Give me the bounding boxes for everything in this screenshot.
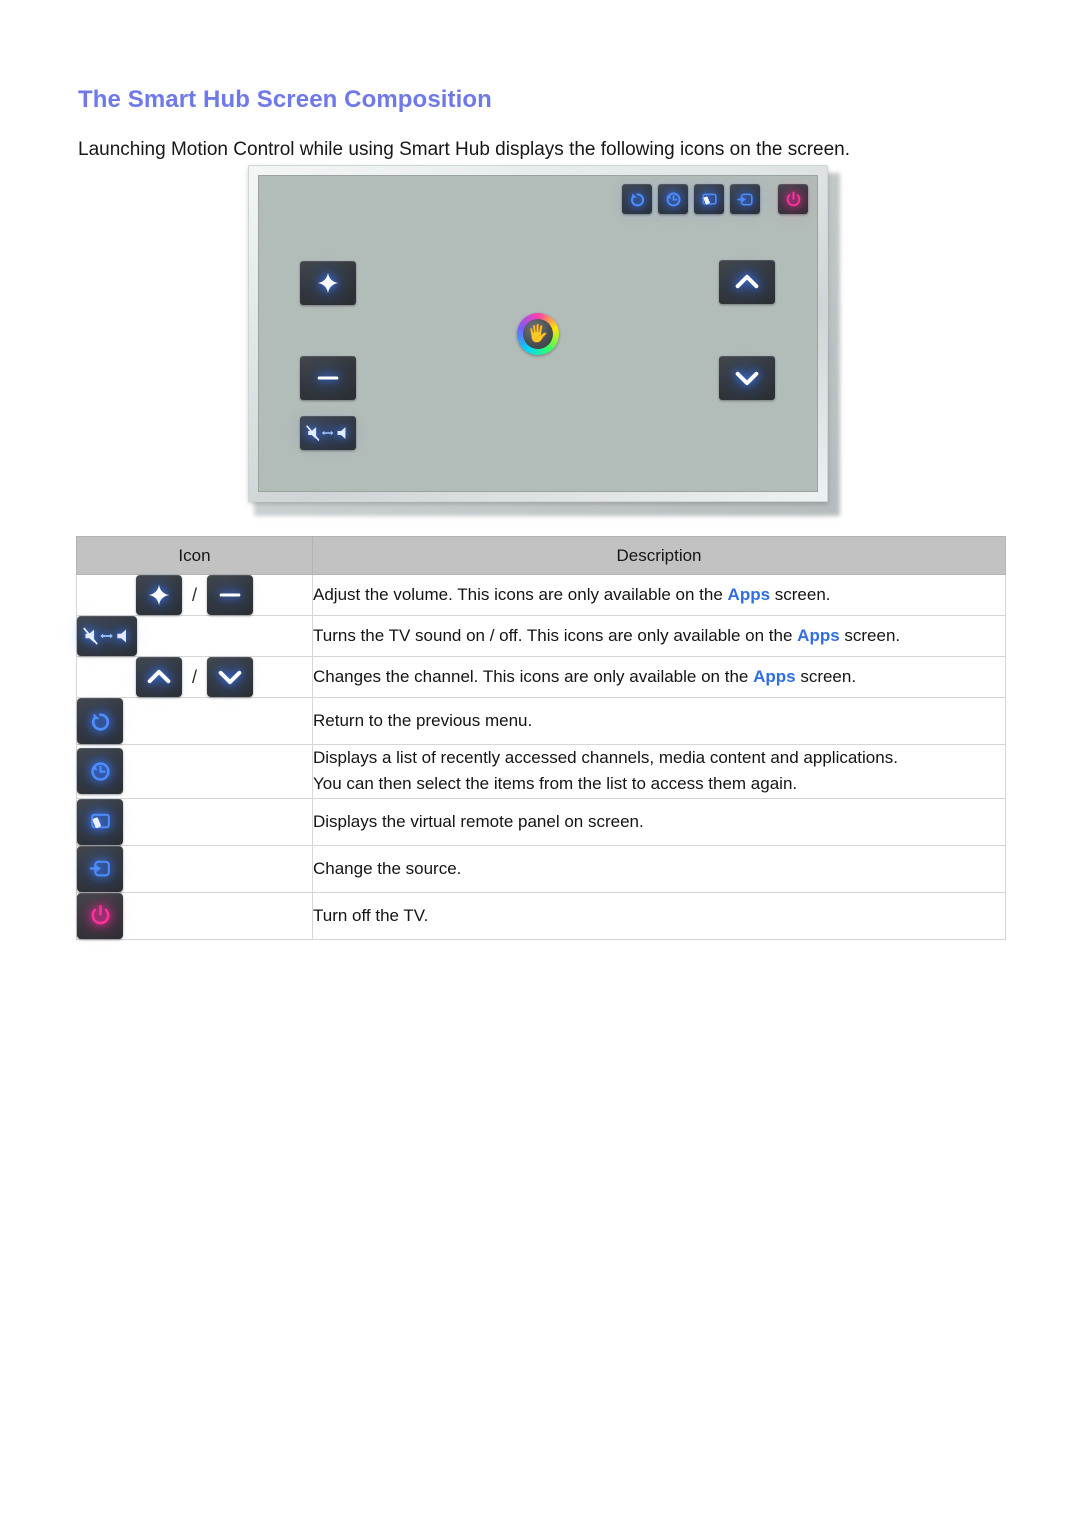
channel-down-icon[interactable] — [207, 657, 253, 697]
table-row: / Adjust the volume. This icons are only… — [76, 574, 1006, 616]
source-icon[interactable] — [77, 845, 123, 892]
hand-cursor-glyph: 🖐 — [523, 318, 553, 349]
description-text-tail: screen. — [839, 625, 901, 645]
mute-toggle-icon[interactable] — [77, 616, 137, 656]
return-icon[interactable] — [77, 698, 123, 744]
icon-pair: / — [135, 657, 253, 697]
row-icon-cell — [76, 797, 313, 846]
description-text: Changes the channel. This icons are only… — [313, 666, 754, 686]
mute-toggle-icon[interactable] — [300, 416, 356, 450]
tv-bezel: 🖐 — [248, 165, 828, 502]
icon-description-table: Icon Description / Adjust the volume. Th… — [76, 536, 1006, 940]
apps-keyword: Apps — [797, 625, 840, 645]
apps-keyword: Apps — [753, 666, 796, 686]
history-icon[interactable] — [77, 748, 123, 795]
volume-down-icon[interactable] — [300, 356, 356, 400]
icon-separator-slash: / — [191, 584, 197, 605]
volume-down-icon[interactable] — [207, 575, 253, 615]
description-text-line2: You can then select the items from the l… — [313, 774, 798, 794]
description-text: Change the source. — [313, 858, 462, 878]
channel-up-icon[interactable] — [135, 657, 182, 697]
row-description-cell: Displays a list of recently accessed cha… — [312, 744, 1006, 799]
column-header-icon: Icon — [76, 536, 313, 575]
description-text: Displays the virtual remote panel on scr… — [313, 811, 644, 831]
table-row: Return to the previous menu. — [76, 697, 1006, 745]
table-row: / Changes the channel. This icons are on… — [76, 656, 1006, 698]
table-row: Displays the virtual remote panel on scr… — [76, 797, 1006, 846]
row-description-cell: Return to the previous menu. — [312, 697, 1006, 745]
row-description-cell: Changes the channel. This icons are only… — [312, 656, 1006, 698]
icon-separator-slash: / — [191, 666, 197, 687]
row-description-cell: Change the source. — [312, 844, 1006, 893]
table-header-row: Icon Description — [76, 536, 1006, 575]
return-icon[interactable] — [622, 184, 652, 214]
row-icon-cell: / — [76, 574, 313, 616]
apps-keyword: Apps — [727, 584, 771, 604]
description-text: Turns the TV sound on / off. This icons … — [313, 625, 798, 645]
page-title: The Smart Hub Screen Composition — [78, 86, 492, 114]
tv-screen: 🖐 — [258, 175, 818, 492]
table-row: Change the source. — [76, 844, 1006, 893]
power-icon[interactable] — [77, 892, 123, 939]
history-icon[interactable] — [658, 184, 688, 214]
column-header-description: Description — [312, 536, 1006, 575]
channel-down-icon[interactable] — [719, 356, 775, 400]
row-icon-cell — [76, 615, 313, 657]
intro-paragraph: Launching Motion Control while using Sma… — [78, 139, 851, 160]
channel-up-icon[interactable] — [719, 260, 775, 304]
description-text-tail: screen. — [770, 584, 831, 604]
description-text: Turn off the TV. — [313, 905, 429, 925]
row-description-cell: Turn off the TV. — [312, 891, 1006, 940]
row-description-cell: Adjust the volume. This icons are only a… — [312, 574, 1006, 616]
description-text: Adjust the volume. This icons are only a… — [313, 584, 728, 604]
table-row: Turns the TV sound on / off. This icons … — [76, 615, 1006, 657]
virtual-remote-icon[interactable] — [77, 798, 123, 845]
row-icon-cell — [76, 697, 313, 745]
row-icon-cell: / — [76, 656, 313, 698]
row-description-cell: Turns the TV sound on / off. This icons … — [312, 615, 1006, 657]
volume-up-icon[interactable] — [135, 575, 182, 615]
source-icon[interactable] — [730, 184, 760, 214]
description-text: Displays a list of recently accessed cha… — [313, 748, 898, 767]
tv-illustration: 🖐 — [248, 165, 840, 516]
row-icon-cell — [76, 891, 313, 940]
row-description-cell: Displays the virtual remote panel on scr… — [312, 797, 1006, 846]
description-text-tail: screen. — [795, 666, 857, 686]
hand-cursor[interactable]: 🖐 — [517, 312, 559, 355]
volume-up-icon[interactable] — [300, 261, 356, 305]
tv-top-icon-row — [622, 184, 808, 214]
power-icon[interactable] — [778, 184, 808, 214]
row-icon-cell — [76, 844, 313, 893]
row-icon-cell — [76, 744, 313, 799]
table-row: Turn off the TV. — [76, 891, 1006, 940]
icon-pair: / — [135, 575, 253, 615]
virtual-remote-icon[interactable] — [694, 184, 724, 214]
description-text: Return to the previous menu. — [313, 710, 533, 730]
table-row: Displays a list of recently accessed cha… — [76, 744, 1006, 799]
